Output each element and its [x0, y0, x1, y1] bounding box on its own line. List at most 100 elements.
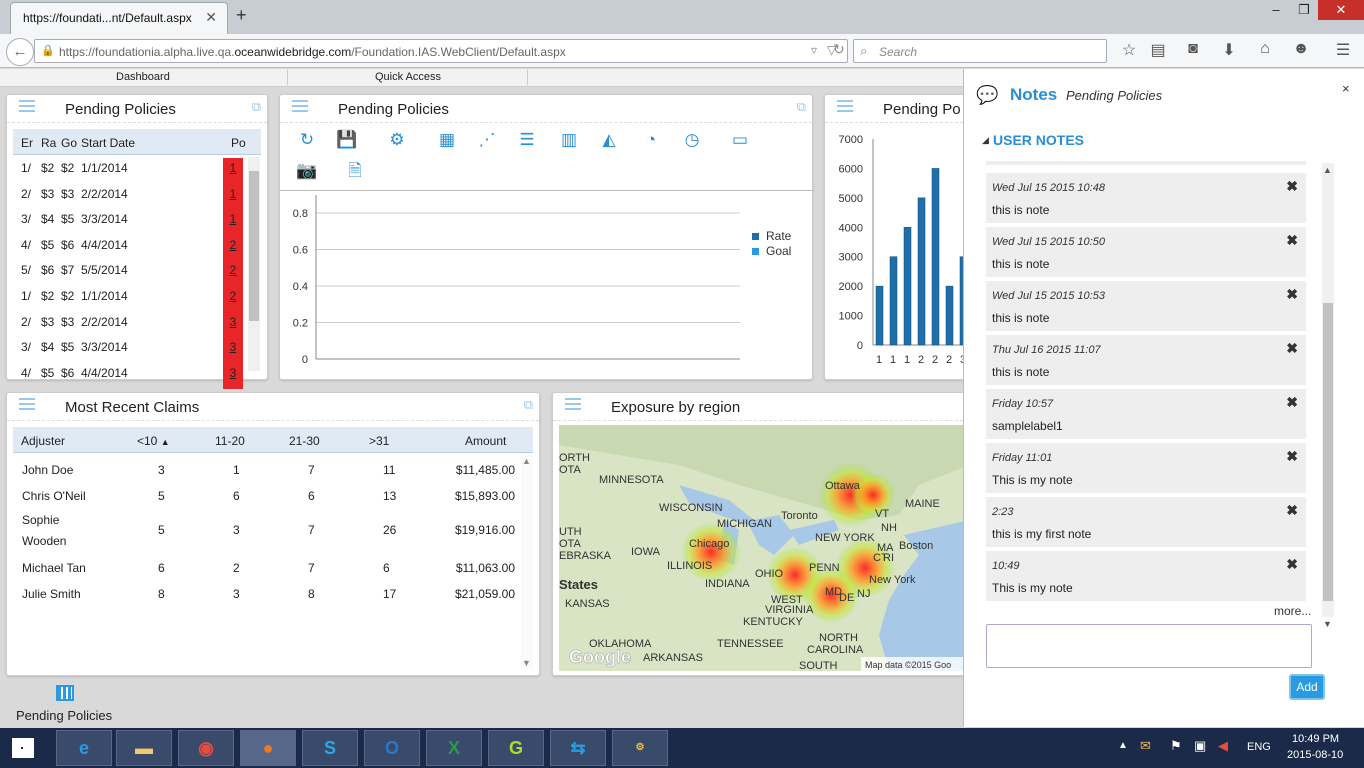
scroll-down-icon[interactable]: ▼	[522, 658, 531, 668]
scrollbar-thumb[interactable]	[249, 171, 259, 321]
bar-chart-icon[interactable]: ☰	[514, 127, 540, 153]
camera-icon[interactable]: 📷	[294, 158, 320, 184]
heat-map[interactable]: ORTHOTAMINNESOTAWISCONSINMICHIGANOttawaM…	[559, 425, 969, 671]
flag-tray-icon[interactable]: ⚑	[1170, 738, 1182, 754]
settings-icon[interactable]: ⚙	[384, 127, 410, 153]
panel-menu-icon[interactable]	[565, 398, 581, 410]
bookmark-star-icon[interactable]: ☆	[1118, 40, 1140, 60]
address-bar[interactable]: 🔒 https://foundationia.alpha.live.qa.oce…	[34, 39, 848, 63]
menu-quick-access[interactable]: Quick Access	[375, 71, 441, 83]
grid-scrollbar[interactable]	[248, 157, 260, 371]
col-header-21-30[interactable]: 21-30	[289, 434, 320, 448]
scatter-chart-icon[interactable]: ⋰	[474, 127, 500, 153]
policy-count-link[interactable]: 1	[223, 158, 243, 184]
col-header-po[interactable]: Po	[231, 136, 246, 150]
bar[interactable]	[917, 197, 926, 346]
new-tab-button[interactable]: +	[236, 5, 247, 26]
scrollbar-thumb[interactable]	[1323, 303, 1333, 601]
col-header-go[interactable]: Go	[61, 136, 77, 150]
outlook-icon[interactable]: O	[364, 730, 420, 766]
chat-icon[interactable]: ☻	[1290, 40, 1312, 58]
java-ee-ide-icon[interactable]: ⚙	[612, 730, 668, 766]
bar[interactable]	[903, 227, 912, 346]
notes-scrollbar[interactable]: ▲ ▼	[1322, 163, 1334, 629]
excel-icon[interactable]: X	[426, 730, 482, 766]
search-box[interactable]: ⌕ Search	[853, 39, 1107, 63]
policy-count-link[interactable]: 2	[223, 234, 243, 261]
clock-time[interactable]: 10:49 PM	[1292, 733, 1339, 745]
policy-count-link[interactable]: 1	[223, 209, 243, 236]
tray-expand-icon[interactable]: ▲	[1118, 740, 1128, 751]
panel-menu-icon[interactable]	[292, 100, 308, 112]
popout-icon[interactable]: ⧉	[797, 99, 806, 115]
bar[interactable]	[931, 168, 940, 346]
maximize-button[interactable]: ❐	[1290, 0, 1318, 20]
delete-note-icon[interactable]: ✖	[1286, 394, 1298, 411]
delete-note-icon[interactable]: ✖	[1286, 232, 1298, 249]
legend-label[interactable]: Goal	[766, 244, 791, 258]
claims-scrollbar[interactable]: ▲ ▼	[521, 455, 533, 669]
policy-count-link[interactable]: 1	[223, 183, 243, 210]
col-header-11-20[interactable]: 11-20	[215, 434, 245, 448]
col-header-adjuster[interactable]: Adjuster	[21, 434, 65, 448]
col-header-ra[interactable]: Ra	[41, 136, 56, 150]
dock-label[interactable]: Pending Policies	[16, 708, 112, 723]
user-notes-heading[interactable]: USER NOTES	[993, 132, 1084, 148]
col-header-lt10[interactable]: <10 ▲	[137, 434, 170, 448]
policy-count-link[interactable]: 2	[223, 286, 243, 312]
teamviewer-icon[interactable]: ⇆	[550, 730, 606, 766]
delete-note-icon[interactable]: ✖	[1286, 340, 1298, 357]
mail-tray-icon[interactable]: ✉	[1140, 738, 1151, 754]
legend-label[interactable]: Rate	[766, 229, 792, 243]
network-tray-icon[interactable]: ▣	[1194, 738, 1206, 754]
chrome-icon[interactable]: ◉	[178, 730, 234, 766]
file-explorer-icon[interactable]: ▬	[116, 730, 172, 766]
pdf-icon[interactable]: 🗎	[342, 158, 368, 184]
notes-icon[interactable]: ▭	[727, 127, 753, 153]
hamburger-menu-icon[interactable]: ☰	[1332, 40, 1354, 60]
delete-note-icon[interactable]: ✖	[1286, 556, 1298, 573]
firefox-icon[interactable]: ●	[240, 730, 296, 766]
bar[interactable]	[945, 285, 954, 346]
reading-list-icon[interactable]: ▤	[1147, 40, 1169, 60]
panel-menu-icon[interactable]	[19, 398, 35, 410]
add-note-button[interactable]: Add	[1289, 674, 1325, 700]
start-button-icon[interactable]	[12, 738, 34, 758]
policy-count-link[interactable]: 3	[223, 311, 243, 338]
col-header-start-date[interactable]: Start Date	[81, 136, 135, 150]
scroll-down-icon[interactable]: ▼	[1323, 619, 1332, 629]
popout-icon[interactable]: ⧉	[524, 397, 533, 413]
browser-tab[interactable]: https://foundati...nt/Default.aspx ✕	[10, 2, 228, 34]
internet-explorer-icon[interactable]: e	[56, 730, 112, 766]
refresh-icon[interactable]: ↻	[294, 127, 320, 153]
notes-close-icon[interactable]: ×	[1342, 81, 1350, 96]
pending-policies-dock-icon[interactable]	[56, 685, 74, 701]
scroll-up-icon[interactable]: ▲	[522, 456, 531, 466]
col-header-er[interactable]: Er	[21, 136, 33, 150]
home-icon[interactable]: ⌂	[1254, 40, 1276, 58]
reload-icon[interactable]: ↻	[833, 41, 845, 58]
table-icon[interactable]: ▦	[434, 127, 460, 153]
git-client-icon[interactable]: G	[488, 730, 544, 766]
popout-icon[interactable]: ⧉	[252, 99, 261, 115]
minimize-button[interactable]: –	[1262, 0, 1290, 20]
note-input[interactable]	[986, 624, 1312, 668]
policy-count-link[interactable]: 3	[223, 362, 243, 389]
bar[interactable]	[875, 285, 884, 346]
delete-note-icon[interactable]: ✖	[1286, 178, 1298, 195]
save-icon[interactable]: 💾	[334, 127, 360, 153]
menu-dashboard[interactable]: Dashboard	[116, 71, 170, 83]
skype-icon[interactable]: S	[302, 730, 358, 766]
area-chart-icon[interactable]: ◭	[596, 127, 622, 153]
dropdown-icon[interactable]: ▿	[811, 43, 817, 57]
tab-close-icon[interactable]: ✕	[205, 9, 217, 26]
clock-date[interactable]: 2015-08-10	[1287, 749, 1343, 761]
column-chart-icon[interactable]: ▥	[556, 127, 582, 153]
delete-note-icon[interactable]: ✖	[1286, 448, 1298, 465]
back-button[interactable]: ←	[6, 38, 34, 66]
panel-menu-icon[interactable]	[19, 100, 35, 112]
language-indicator[interactable]: ENG	[1247, 741, 1271, 753]
window-close-button[interactable]: ✕	[1318, 0, 1364, 20]
panel-menu-icon[interactable]	[837, 100, 853, 112]
pie-chart-icon[interactable]: ◔	[638, 127, 664, 153]
